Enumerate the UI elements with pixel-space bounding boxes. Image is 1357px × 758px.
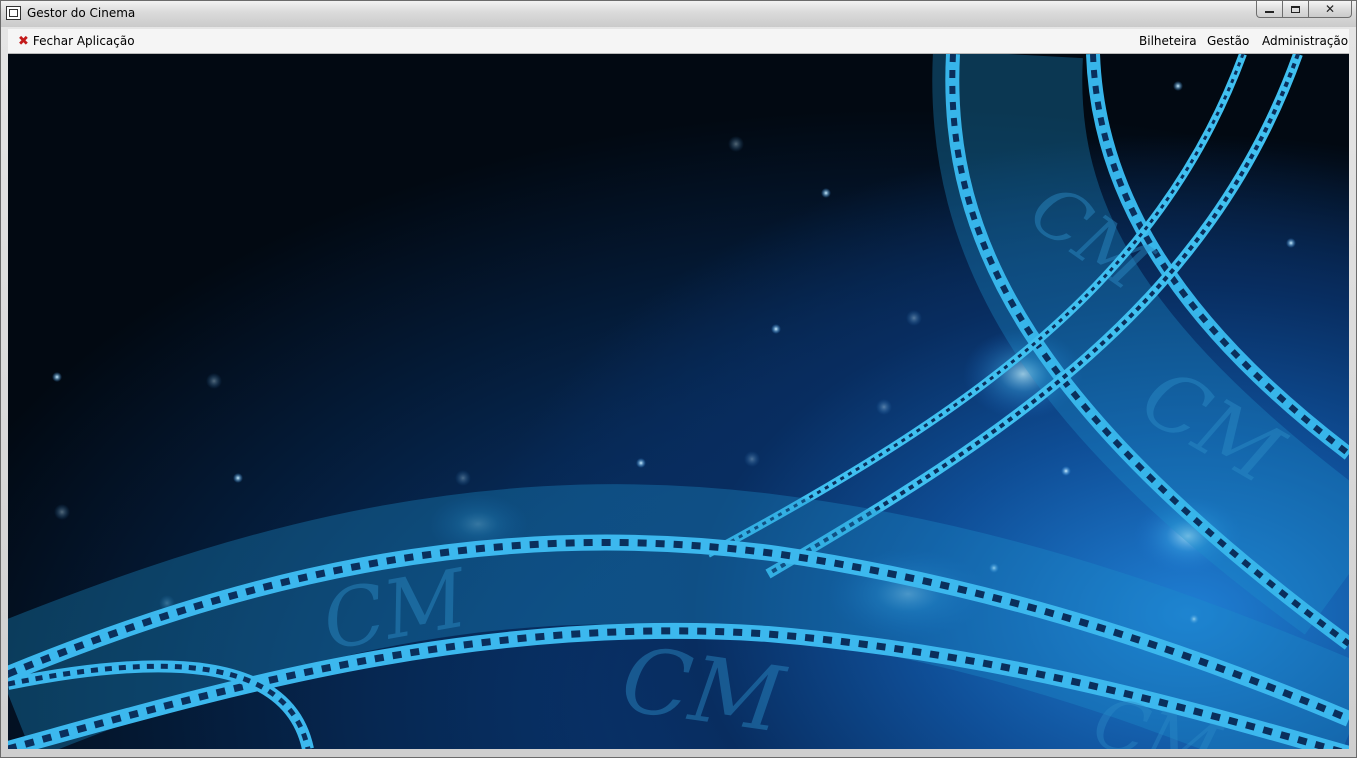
app-icon[interactable] — [6, 6, 21, 20]
cinema-background-image: CM CM CM CM CM — [8, 54, 1349, 749]
maximize-button[interactable] — [1282, 1, 1309, 18]
minimize-button[interactable] — [1256, 1, 1283, 18]
menu-bilheteira[interactable]: Bilheteira — [1139, 34, 1197, 48]
close-application-menu-item[interactable]: ✖ Fechar Aplicação — [18, 34, 135, 48]
film-strip-artwork: CM CM CM CM CM — [8, 54, 1349, 749]
menu-bar: ✖ Fechar Aplicação Bilheteira Gestão Adm… — [8, 29, 1349, 54]
red-x-icon: ✖ — [18, 33, 29, 49]
svg-text:CM: CM — [616, 627, 792, 749]
maximize-icon — [1291, 5, 1300, 13]
caption-buttons: ✕ — [1256, 1, 1352, 19]
close-icon: ✕ — [1324, 2, 1336, 16]
window-title: Gestor do Cinema — [27, 6, 136, 20]
close-button[interactable]: ✕ — [1308, 1, 1352, 18]
menu-administracao[interactable]: Administração — [1262, 34, 1348, 48]
film-strip-bottom: CM CM CM — [8, 484, 1349, 749]
title-bar[interactable]: Gestor do Cinema ✕ — [1, 1, 1356, 27]
close-application-label: Fechar Aplicação — [32, 34, 135, 48]
menu-gestao[interactable]: Gestão — [1207, 34, 1249, 48]
minimize-icon — [1265, 11, 1274, 13]
application-window: Gestor do Cinema ✕ ✖ Fechar Aplicação Bi… — [0, 0, 1357, 758]
